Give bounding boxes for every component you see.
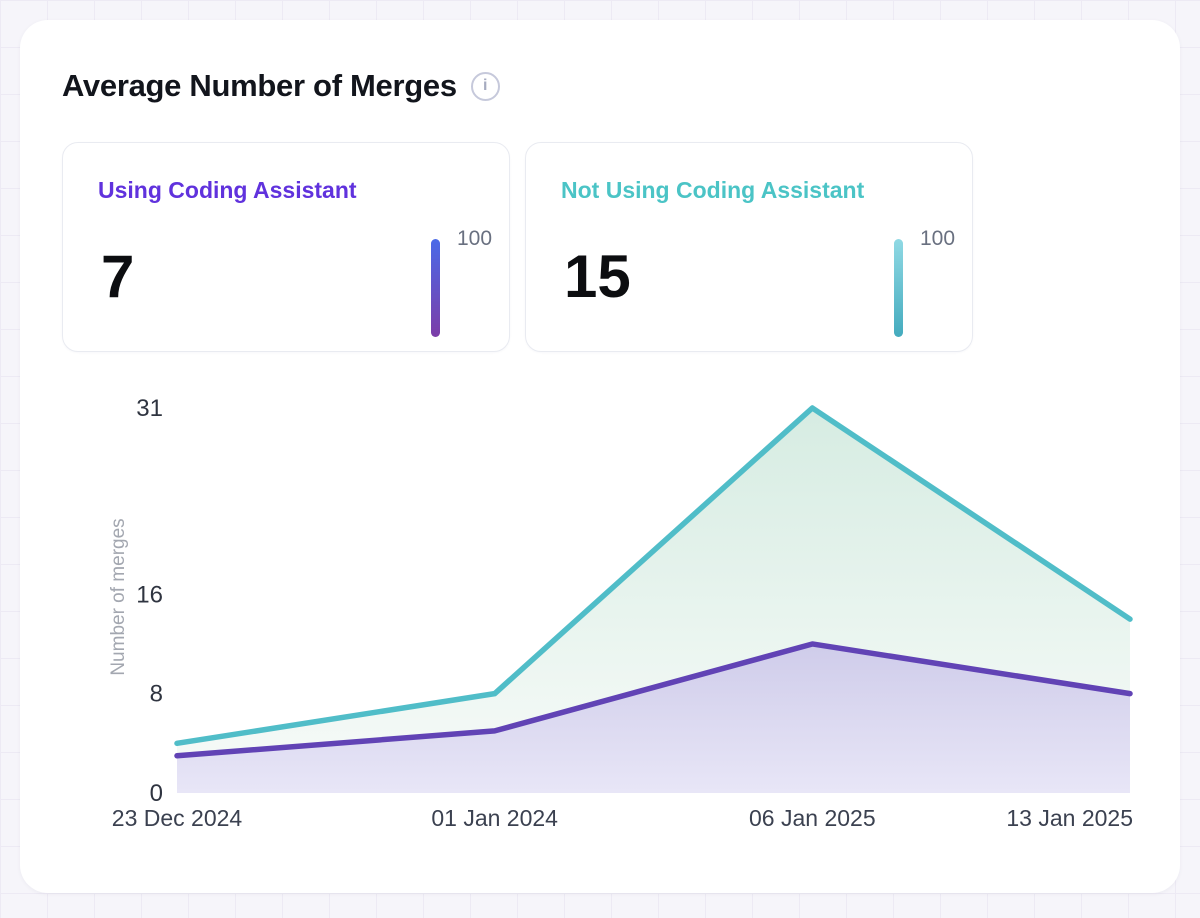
y-axis-tick-labels: 0 8 16 31	[136, 395, 163, 807]
svg-text:06 Jan 2025: 06 Jan 2025	[749, 805, 876, 831]
svg-text:8: 8	[150, 681, 163, 708]
x-axis-labels: 23 Dec 2024 01 Jan 2024 06 Jan 2025 13 Jan …	[112, 805, 1133, 831]
y-axis-title: Number of merges	[108, 518, 129, 675]
svg-text:0: 0	[150, 780, 163, 807]
svg-text:16: 16	[136, 581, 163, 608]
svg-text:23 Dec 2024: 23 Dec 2024	[112, 805, 243, 831]
merges-area-chart: 0 8 16 31 23 Dec 2024 01 Jan 2024 06 Jan 2025 1…	[20, 20, 1180, 893]
svg-text:13 Jan 2025: 13 Jan 2025	[1006, 805, 1133, 831]
svg-text:31: 31	[136, 395, 163, 422]
merges-panel: Average Number of Merges i Using Coding …	[20, 20, 1180, 893]
svg-text:01 Jan 2024: 01 Jan 2024	[431, 805, 558, 831]
